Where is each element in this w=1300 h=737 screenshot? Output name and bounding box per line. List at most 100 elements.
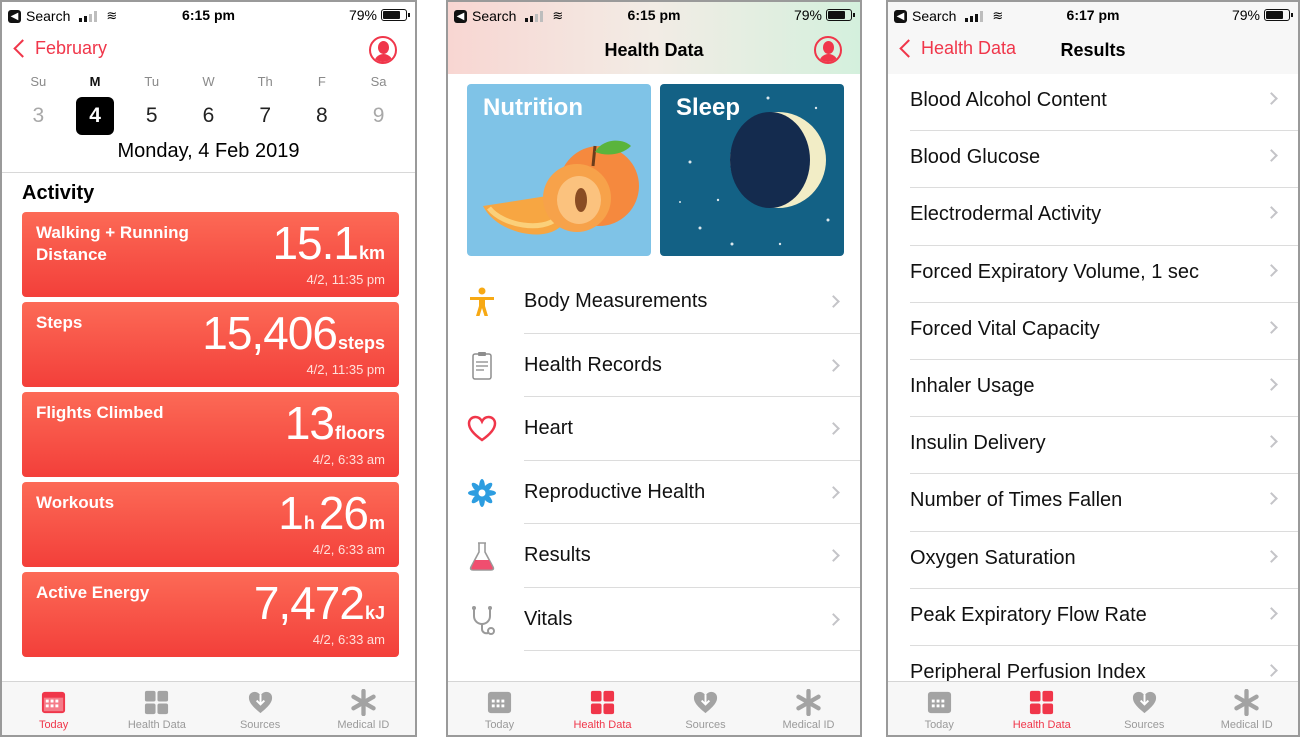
item-label: Oxygen Saturation xyxy=(910,546,1076,569)
tab-bar: Today Health Data Sources Medical ID xyxy=(448,681,860,735)
list-item[interactable]: Blood Glucose xyxy=(888,131,1298,189)
card-timestamp: 4/2, 6:33 am xyxy=(312,542,385,557)
chevron-right-icon xyxy=(1265,606,1278,620)
tab-today[interactable]: Today xyxy=(2,682,105,735)
card-value: 15.1km xyxy=(272,217,385,269)
category-health-records[interactable]: Health Records xyxy=(448,334,860,397)
tab-health-data[interactable]: Health Data xyxy=(991,682,1094,735)
item-label: Forced Vital Capacity xyxy=(910,317,1100,340)
tab-medical-id[interactable]: Medical ID xyxy=(312,682,415,735)
tab-today[interactable]: Today xyxy=(448,682,551,735)
weekday-label: Tu xyxy=(144,74,160,89)
nav-bar: Health Data xyxy=(448,30,860,74)
activity-card-flights[interactable]: Flights Climbed 13floors 4/2, 6:33 am xyxy=(22,392,399,477)
week-strip: Su M Tu W Th F Sa 3 4 5 6 7 8 9 xyxy=(2,74,415,135)
list-item[interactable]: Insulin Delivery xyxy=(888,417,1298,475)
chevron-right-icon xyxy=(827,485,840,499)
list-item[interactable]: Peak Expiratory Flow Rate xyxy=(888,589,1298,646)
card-name: Steps xyxy=(36,313,83,332)
category-body-measurements[interactable]: Body Measurements xyxy=(448,270,860,334)
list-item[interactable]: Inhaler Usage xyxy=(888,360,1298,418)
health-data-screen: ◀ Search ≋ 6:15 pm 79% Health Data Nutri… xyxy=(446,0,862,737)
category-reproductive-health[interactable]: Reproductive Health xyxy=(448,461,860,524)
chevron-right-icon xyxy=(827,358,840,372)
tab-medical-id[interactable]: Medical ID xyxy=(1196,682,1299,735)
weekday-label: W xyxy=(202,74,215,89)
tab-label: Medical ID xyxy=(1220,719,1273,731)
profile-avatar-icon[interactable] xyxy=(814,36,842,64)
item-label: Number of Times Fallen xyxy=(910,489,1123,512)
chevron-right-icon xyxy=(827,295,840,308)
tab-sources[interactable]: Sources xyxy=(1093,682,1196,735)
tab-label: Sources xyxy=(239,719,281,731)
list-item[interactable]: Forced Vital Capacity xyxy=(888,303,1298,360)
nutrition-tile[interactable]: Nutrition xyxy=(467,84,651,256)
full-date: Monday, 4 Feb 2019 xyxy=(117,140,300,162)
category-label: Vitals xyxy=(524,607,573,630)
grid-icon xyxy=(551,688,654,716)
calendar-icon xyxy=(888,688,991,716)
category-vitals[interactable]: Vitals xyxy=(448,588,860,651)
date-cell[interactable]: 8 xyxy=(303,97,341,135)
date-cell[interactable]: 7 xyxy=(246,97,284,135)
tab-health-data[interactable]: Health Data xyxy=(551,682,654,735)
sources-heart-icon xyxy=(1093,688,1196,716)
battery-percent: 79% xyxy=(348,7,377,23)
tab-label: Health Data xyxy=(127,719,186,731)
list-item[interactable]: Number of Times Fallen xyxy=(888,474,1298,532)
flower-icon xyxy=(468,478,496,507)
card-name: Walking + Running Distance xyxy=(36,223,189,264)
activity-card-steps[interactable]: Steps 15,406steps 4/2, 11:35 pm xyxy=(22,302,399,387)
date-cell-selected[interactable]: 4 xyxy=(76,97,115,135)
tab-sources[interactable]: Sources xyxy=(209,682,312,735)
sleep-tile[interactable]: Sleep xyxy=(660,84,844,256)
activity-card-workouts[interactable]: Workouts 1h26m 4/2, 6:33 am xyxy=(22,482,399,567)
tab-medical-id[interactable]: Medical ID xyxy=(757,682,860,735)
clipboard-icon xyxy=(472,351,492,380)
chevron-right-icon xyxy=(1265,549,1278,563)
activity-card-energy[interactable]: Active Energy 7,472kJ 4/2, 6:33 am xyxy=(22,572,399,657)
tab-today[interactable]: Today xyxy=(888,682,991,735)
back-button[interactable]: February xyxy=(12,38,107,59)
tab-label: Today xyxy=(924,719,954,731)
list-item[interactable]: Electrodermal Activity xyxy=(888,188,1298,246)
card-name: Active Energy xyxy=(36,583,150,602)
date-cell[interactable]: 6 xyxy=(189,97,227,135)
list-item[interactable]: Forced Expiratory Volume, 1 sec xyxy=(888,246,1298,303)
tile-label: Sleep xyxy=(676,94,741,121)
activity-card-distance[interactable]: Walking + Running Distance 15.1km 4/2, 1… xyxy=(22,212,399,297)
battery-icon xyxy=(826,9,855,21)
tab-health-data[interactable]: Health Data xyxy=(105,682,208,735)
profile-avatar-icon[interactable] xyxy=(369,36,397,64)
list-item[interactable]: Blood Alcohol Content xyxy=(888,74,1298,132)
sources-heart-icon xyxy=(209,688,312,716)
item-label: Forced Expiratory Volume, 1 sec xyxy=(910,260,1200,283)
category-heart[interactable]: Heart xyxy=(448,397,860,461)
category-label: Results xyxy=(524,544,591,566)
card-value: 13floors xyxy=(284,397,385,449)
chevron-right-icon xyxy=(1265,92,1278,105)
page-title: Results xyxy=(1060,40,1126,60)
chevron-right-icon xyxy=(1265,206,1278,220)
tab-label: Medical ID xyxy=(337,719,390,731)
battery-icon xyxy=(1264,9,1293,21)
card-timestamp: 4/2, 11:35 pm xyxy=(306,362,385,377)
flask-icon xyxy=(469,542,495,571)
item-label: Blood Alcohol Content xyxy=(910,89,1107,111)
chevron-right-icon xyxy=(827,612,840,626)
tab-label: Medical ID xyxy=(782,719,835,731)
date-cell[interactable]: 9 xyxy=(360,97,398,135)
category-results[interactable]: Results xyxy=(448,524,860,588)
category-label: Health Records xyxy=(524,353,662,376)
calendar-icon xyxy=(2,688,105,716)
status-bar: ◀ Search ≋ 6:17 pm 79% xyxy=(888,2,1298,30)
tab-sources[interactable]: Sources xyxy=(654,682,757,735)
chevron-right-icon xyxy=(1265,492,1278,506)
list-item[interactable]: Oxygen Saturation xyxy=(888,532,1298,589)
date-cell[interactable]: 3 xyxy=(19,97,57,135)
date-cell[interactable]: 5 xyxy=(133,97,171,135)
chevron-right-icon xyxy=(1265,263,1278,277)
item-label: Insulin Delivery xyxy=(910,432,1046,455)
sources-heart-icon xyxy=(654,688,757,716)
card-value: 1h26m xyxy=(278,487,385,539)
